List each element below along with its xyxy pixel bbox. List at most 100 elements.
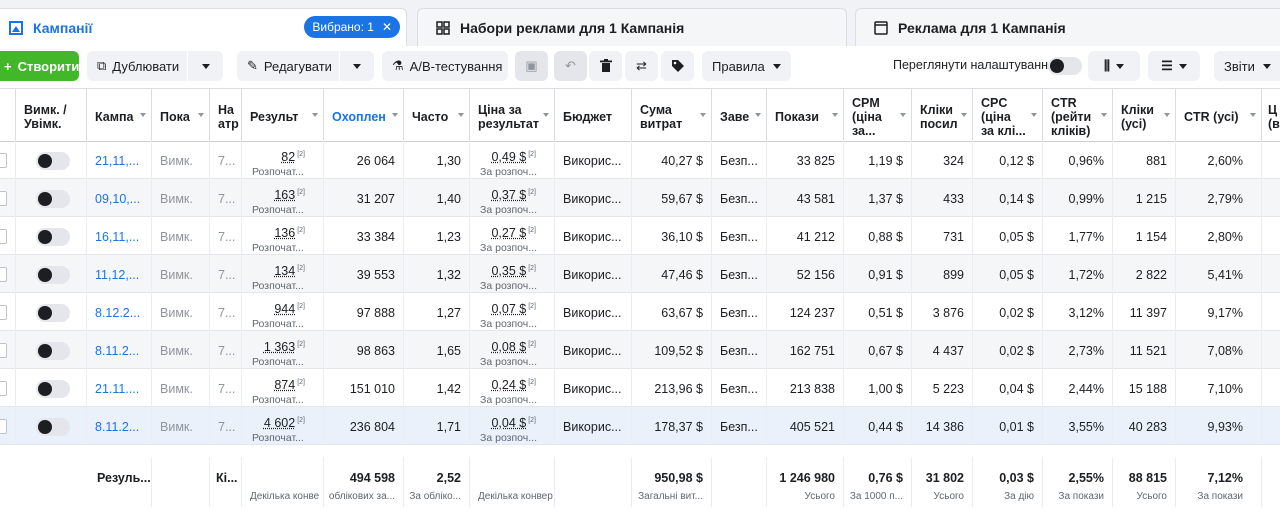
campaign-on-off-toggle[interactable] bbox=[36, 152, 70, 170]
campaign-name-link-value[interactable]: 21.11.... bbox=[95, 382, 139, 396]
campaign-icon bbox=[9, 21, 23, 35]
header-reach[interactable]: Охоплен bbox=[324, 89, 404, 141]
reports-button[interactable]: Звіти bbox=[1214, 51, 1280, 81]
table-row[interactable]: 21,11,... Вимк. 7... 82 [2] Розпочат... 26 064… bbox=[0, 141, 1280, 179]
frequency-cell: 1,65 bbox=[404, 331, 470, 369]
tab-campaigns[interactable]: Кампанії Вибрано: 1 ✕ bbox=[0, 8, 407, 46]
duplicate-button[interactable]: ⧉ Дублювати bbox=[87, 51, 223, 81]
campaign-on-off-toggle[interactable] bbox=[36, 190, 70, 208]
campaign-name-link-value[interactable]: 16,11,... bbox=[95, 230, 139, 244]
checkbox[interactable] bbox=[0, 381, 7, 396]
cpc-cell-value: 0,05 $ bbox=[999, 230, 1034, 244]
edit-button[interactable]: ✎ Редагувати bbox=[237, 51, 374, 81]
tab-adsets[interactable]: Набори реклами для 1 Кампанія bbox=[417, 8, 847, 46]
row-checkbox[interactable] bbox=[0, 369, 16, 407]
header-campaign[interactable]: Кампа bbox=[87, 89, 152, 141]
campaign-on-off-toggle[interactable] bbox=[36, 380, 70, 398]
campaign-on-off-toggle[interactable] bbox=[36, 342, 70, 360]
campaign-name-link[interactable]: 8.11.2... bbox=[87, 407, 152, 445]
info-marker: [2] bbox=[528, 303, 536, 310]
clipboard-button[interactable]: ▣ bbox=[515, 51, 548, 81]
sort-icon bbox=[755, 113, 761, 117]
table-row[interactable]: 8.12.2... Вимк. 7... 944 [2] Розпочат... 97 88… bbox=[0, 293, 1280, 331]
checkbox[interactable] bbox=[0, 153, 7, 168]
header-select[interactable] bbox=[0, 89, 16, 141]
header-amount-spent[interactable]: Сума витрат bbox=[632, 89, 712, 141]
header-toggle[interactable]: Вимк. / Увімк. bbox=[16, 89, 87, 141]
row-checkbox[interactable] bbox=[0, 407, 16, 445]
tag-button[interactable] bbox=[661, 51, 694, 81]
chevron-down-icon bbox=[1263, 64, 1271, 69]
campaign-name-link-value[interactable]: 21,11,... bbox=[95, 154, 139, 168]
results-cell-value: 163 bbox=[274, 188, 295, 202]
header-budget[interactable]: Бюджет bbox=[555, 89, 632, 141]
campaign-name-link-value[interactable]: 8.11.2... bbox=[95, 344, 139, 358]
header-cpm[interactable]: CPM (ціна за... bbox=[844, 89, 912, 141]
header-cost-extra[interactable]: Ц (в bbox=[1262, 89, 1280, 141]
row-checkbox[interactable] bbox=[0, 141, 16, 179]
campaign-on-off-toggle[interactable] bbox=[36, 418, 70, 436]
delete-button[interactable] bbox=[589, 51, 622, 81]
selected-badge[interactable]: Вибрано: 1 ✕ bbox=[304, 16, 400, 38]
undo-button[interactable]: ↶ bbox=[554, 51, 587, 81]
impressions-cell: 41 212 bbox=[767, 217, 844, 255]
header-cpc[interactable]: CPC (ціна за клі... bbox=[973, 89, 1043, 141]
tab-ads[interactable]: Реклама для 1 Кампанія bbox=[855, 8, 1280, 46]
table-row[interactable]: 09,10,... Вимк. 7... 163 [2] Розпочат... 31 20… bbox=[0, 179, 1280, 217]
table-row[interactable]: 21.11.... Вимк. 7... 874 [2] Розпочат... 151 0… bbox=[0, 369, 1280, 407]
create-button[interactable]: + Створити bbox=[0, 51, 79, 81]
columns-button[interactable]: ⫼ bbox=[1088, 51, 1140, 81]
ab-test-button[interactable]: ⚗ А/В-тестування bbox=[382, 51, 508, 81]
header-ctr[interactable]: CTR (рейти кліків) bbox=[1043, 89, 1113, 141]
edit-dropdown[interactable] bbox=[339, 51, 374, 81]
close-icon[interactable]: ✕ bbox=[382, 20, 392, 34]
duplicate-dropdown[interactable] bbox=[187, 51, 223, 81]
campaign-name-link-value[interactable]: 11,12,... bbox=[95, 268, 139, 282]
view-settings-toggle[interactable] bbox=[1048, 57, 1082, 75]
row-checkbox[interactable] bbox=[0, 255, 16, 293]
header-impressions[interactable]: Покази bbox=[767, 89, 844, 141]
checkbox[interactable] bbox=[0, 419, 7, 434]
campaign-name-link[interactable]: 16,11,... bbox=[87, 217, 152, 255]
table-row[interactable]: 16,11,... Вимк. 7... 136 [2] Розпочат... 33 38… bbox=[0, 217, 1280, 255]
checkbox[interactable] bbox=[0, 229, 7, 244]
campaign-name-link[interactable]: 21,11,... bbox=[87, 141, 152, 179]
table-row[interactable]: 11,12,... Вимк. 7... 134 [2] Розпочат... 39 55… bbox=[0, 255, 1280, 293]
header-link-clicks[interactable]: Кліки посил bbox=[912, 89, 973, 141]
campaign-on-off-toggle[interactable] bbox=[36, 266, 70, 284]
checkbox[interactable] bbox=[0, 343, 7, 358]
export-button[interactable]: ⇄ bbox=[625, 51, 658, 81]
campaign-on-off-toggle[interactable] bbox=[36, 228, 70, 246]
campaign-name-link-value[interactable]: 09,10,... bbox=[95, 192, 140, 206]
info-marker: [2] bbox=[528, 189, 536, 196]
campaign-name-link[interactable]: 09,10,... bbox=[87, 179, 152, 217]
table-row[interactable]: 8.11.2... Вимк. 7... 1 363 [2] Розпочат... 98 … bbox=[0, 331, 1280, 369]
rules-button[interactable]: Правила bbox=[702, 51, 791, 81]
row-checkbox[interactable] bbox=[0, 331, 16, 369]
campaign-name-link[interactable]: 8.11.2... bbox=[87, 331, 152, 369]
campaign-name-link[interactable]: 21.11.... bbox=[87, 369, 152, 407]
header-ends[interactable]: Заве bbox=[712, 89, 767, 141]
header-clicks-all[interactable]: Кліки (усі) bbox=[1113, 89, 1176, 141]
header-attribution[interactable]: На атр bbox=[210, 89, 242, 141]
row-checkbox[interactable] bbox=[0, 217, 16, 255]
campaign-name-link[interactable]: 8.12.2... bbox=[87, 293, 152, 331]
row-checkbox[interactable] bbox=[0, 293, 16, 331]
campaign-on-off-toggle[interactable] bbox=[36, 304, 70, 322]
header-results[interactable]: Результ bbox=[242, 89, 324, 141]
campaign-name-link[interactable]: 11,12,... bbox=[87, 255, 152, 293]
checkbox[interactable] bbox=[0, 191, 7, 206]
row-checkbox[interactable] bbox=[0, 179, 16, 217]
header-ctr-all[interactable]: CTR (усі) bbox=[1176, 89, 1262, 141]
table-row[interactable]: 8.11.2... Вимк. 7... 4 602 [2] Розпочат... 236… bbox=[0, 407, 1280, 445]
campaign-name-link-value[interactable]: 8.12.2... bbox=[95, 306, 140, 320]
header-delivery[interactable]: Пока bbox=[152, 89, 210, 141]
header-frequency[interactable]: Часто bbox=[404, 89, 470, 141]
attribution-cell-value: 7... bbox=[218, 306, 235, 320]
campaign-name-link-value[interactable]: 8.11.2... bbox=[95, 420, 139, 434]
link-clicks-cell: 899 bbox=[912, 255, 973, 293]
header-cost-per-result[interactable]: Ціна за результат bbox=[470, 89, 555, 141]
checkbox[interactable] bbox=[0, 267, 7, 282]
checkbox[interactable] bbox=[0, 305, 7, 320]
breakdown-button[interactable]: ☰ bbox=[1148, 51, 1200, 81]
